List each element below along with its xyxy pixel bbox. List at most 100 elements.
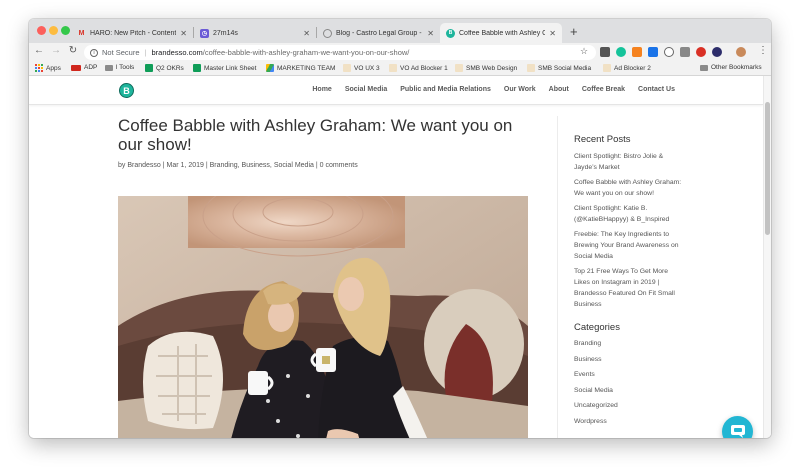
tab-title: 27m14s	[213, 29, 238, 37]
recent-post-link[interactable]: Freebie: The Key Ingredients to Brewing …	[574, 229, 684, 262]
chat-bubble-icon	[730, 425, 745, 438]
bookmark-label: l Tools	[116, 64, 135, 71]
tab-close-icon[interactable]: ✕	[427, 29, 434, 38]
nav-contact-us[interactable]: Contact Us	[638, 86, 675, 93]
recent-post-link[interactable]: Client Spotlight: Bistro Jolie & Jayde’s…	[574, 151, 684, 173]
sidebar-divider	[557, 116, 558, 438]
page-icon	[343, 64, 351, 72]
extension-icon[interactable]	[632, 47, 642, 57]
category-link[interactable]: Business	[574, 355, 684, 365]
bookmark-q2-okrs[interactable]: Q2 OKRs	[145, 64, 184, 72]
bookmark-adp[interactable]: ADP	[71, 64, 97, 71]
nav-home[interactable]: Home	[312, 86, 331, 93]
bookmark-marketing-team[interactable]: MARKETING TEAM	[266, 64, 335, 72]
stop-icon[interactable]	[696, 47, 706, 57]
bookmark-master-link-sheet[interactable]: Master Link Sheet	[193, 64, 256, 72]
close-window-button[interactable]	[37, 26, 46, 35]
category-links[interactable]: Branding, Business, Social Media	[210, 162, 314, 169]
tab-close-icon[interactable]: ✕	[303, 29, 310, 38]
bookmark-ad-blocker-2[interactable]: Ad Blocker 2	[603, 64, 651, 72]
browser-toolbar: ← → ↻ i Not Secure | brandesso.com /coff…	[29, 43, 771, 62]
featured-image	[118, 196, 528, 438]
profile-avatar[interactable]	[736, 47, 746, 57]
extension-icon[interactable]	[712, 47, 722, 57]
extension-icon[interactable]	[648, 47, 658, 57]
bookmark-vo-ux-3[interactable]: VO UX 3	[343, 64, 380, 72]
reload-icon[interactable]: ↻	[67, 45, 79, 56]
apps-grid-icon	[35, 64, 43, 72]
category-link[interactable]: Social Media	[574, 386, 684, 396]
maximize-window-button[interactable]	[61, 26, 70, 35]
brandesso-icon: B	[446, 28, 455, 38]
minimize-window-button[interactable]	[49, 26, 58, 35]
tab-castro-blog[interactable]: Blog - Castro Legal Group - Ca ✕	[317, 23, 440, 43]
tab-title: Coffee Babble with Ashley Gra	[459, 29, 546, 37]
bookmark-vo-ad-blocker-1[interactable]: VO Ad Blocker 1	[389, 64, 448, 72]
extension-icon[interactable]	[600, 47, 610, 57]
page-icon	[527, 64, 535, 72]
bookmark-smb-social-media[interactable]: SMB Social Media	[527, 64, 591, 72]
back-arrow-icon[interactable]: ←	[33, 45, 45, 56]
chat-widget-button[interactable]	[722, 416, 753, 438]
address-bar[interactable]: i Not Secure | brandesso.com /coffee-bab…	[84, 45, 596, 60]
nav-public-media-relations[interactable]: Public and Media Relations	[400, 86, 491, 93]
forward-arrow-icon[interactable]: →	[50, 45, 62, 56]
new-tab-icon[interactable]: +	[570, 24, 578, 39]
bookmark-label: SMB Web Design	[466, 64, 518, 72]
folder-icon	[105, 64, 113, 71]
info-icon[interactable]: i	[90, 48, 98, 57]
bookmark-apps[interactable]: Apps	[35, 64, 61, 72]
main-nav: Home Social Media Public and Media Relat…	[312, 86, 675, 93]
bookmark-label: SMB Social Media	[538, 64, 592, 72]
sidebar: Recent Posts Client Spotlight: Bistro Jo…	[574, 134, 684, 432]
bookmark-label: VO UX 3	[354, 64, 380, 72]
brandesso-logo[interactable]: B	[119, 83, 134, 98]
sheets-icon	[145, 64, 153, 72]
bookmark-smb-web-design[interactable]: SMB Web Design	[455, 64, 517, 72]
extension-icon[interactable]	[680, 47, 690, 57]
recent-post-link[interactable]: Client Spotlight: Katie B. (@KatieBHappy…	[574, 203, 684, 225]
category-link[interactable]: Events	[574, 370, 684, 380]
bookmark-label: Other Bookmarks	[711, 64, 762, 71]
comments-link[interactable]: 0 comments	[320, 162, 358, 169]
menu-kebab-icon[interactable]: ⋮	[758, 45, 768, 56]
recent-post-link[interactable]: Top 21 Free Ways To Get More Likes on In…	[574, 266, 684, 310]
categories-heading: Categories	[574, 322, 620, 333]
extension-icon[interactable]	[664, 47, 674, 57]
page-viewport: B Home Social Media Public and Media Rel…	[29, 76, 771, 438]
grammarly-icon[interactable]	[616, 47, 626, 57]
nav-our-work[interactable]: Our Work	[504, 86, 536, 93]
tab-timer[interactable]: ◷ 27m14s ✕	[194, 23, 316, 43]
tab-coffee-babble[interactable]: B Coffee Babble with Ashley Gra ✕	[440, 23, 562, 43]
category-link[interactable]: Branding	[574, 339, 684, 349]
nav-about[interactable]: About	[549, 86, 569, 93]
recent-post-link[interactable]: Coffee Babble with Ashley Graham: We wan…	[574, 177, 684, 199]
page-scrollbar[interactable]	[763, 76, 771, 438]
globe-icon	[323, 28, 332, 38]
category-link[interactable]: Uncategorized	[574, 401, 684, 411]
bookmark-label: Q2 OKRs	[156, 64, 184, 72]
page-icon	[603, 64, 611, 72]
tab-haro[interactable]: M HARO: New Pitch - Content M ✕	[71, 23, 193, 43]
security-label: Not Secure	[102, 48, 140, 57]
meta-by: by	[118, 162, 128, 169]
nav-social-media[interactable]: Social Media	[345, 86, 387, 93]
tab-close-icon[interactable]: ✕	[549, 29, 556, 38]
gmail-icon: M	[78, 29, 85, 37]
bookmark-label: Master Link Sheet	[204, 64, 257, 72]
tab-title: HARO: New Pitch - Content M	[90, 29, 177, 37]
author-link[interactable]: Brandesso	[127, 162, 160, 169]
timer-icon: ◷	[200, 28, 209, 38]
bookmark-label: VO Ad Blocker 1	[400, 64, 448, 72]
category-link[interactable]: Wordpress	[574, 417, 684, 427]
scrollbar-thumb[interactable]	[765, 102, 770, 235]
tab-close-icon[interactable]: ✕	[180, 29, 187, 38]
nav-coffee-break[interactable]: Coffee Break	[582, 86, 625, 93]
desktop-background: M HARO: New Pitch - Content M ✕ ◷ 27m14s…	[0, 0, 800, 476]
bookmarks-bar: Apps ADP l Tools Q2 OKRs Master Link She…	[29, 62, 771, 76]
drive-icon	[266, 64, 274, 72]
bookmark-tools[interactable]: l Tools	[105, 64, 134, 71]
bookmark-other-bookmarks[interactable]: Other Bookmarks	[700, 64, 762, 71]
site-header: B Home Social Media Public and Media Rel…	[29, 76, 763, 105]
bookmark-star-icon[interactable]: ☆	[580, 46, 588, 57]
